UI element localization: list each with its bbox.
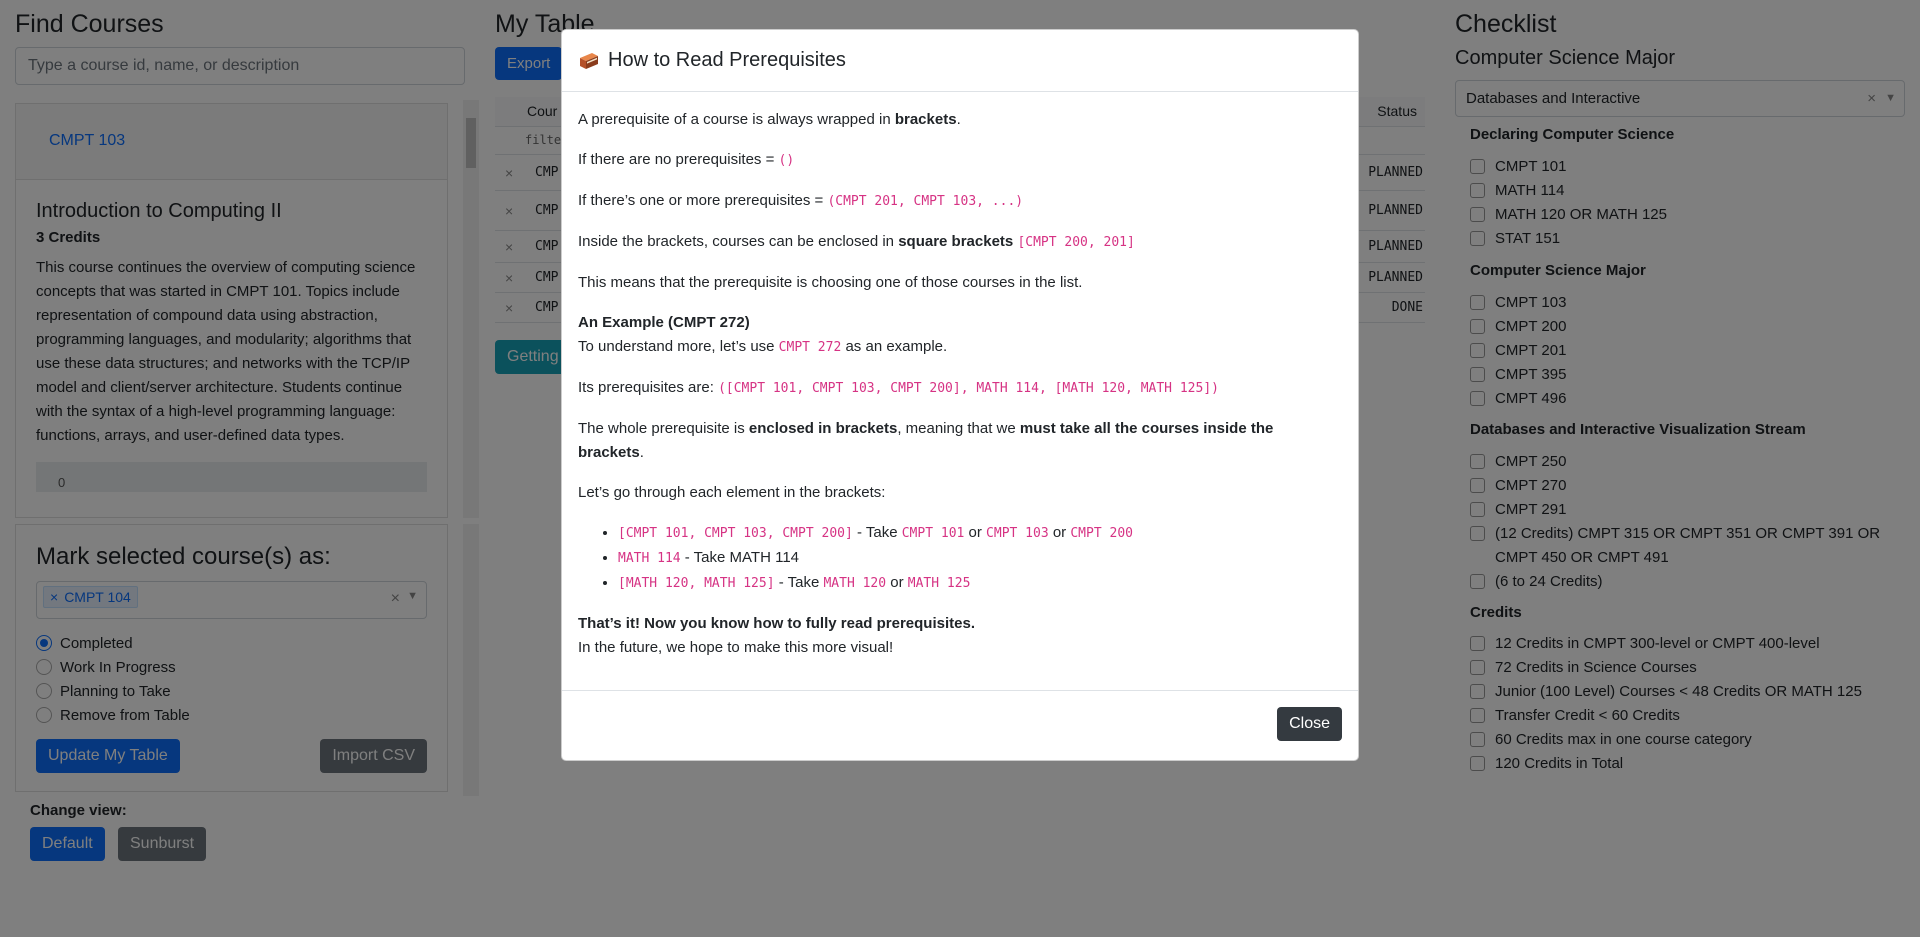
modal-header: How to Read Prerequisites — [562, 30, 1358, 92]
book-icon — [580, 52, 598, 69]
close-button[interactable]: Close — [1277, 707, 1342, 741]
prerequisite-list: [CMPT 101, CMPT 103, CMPT 200] - Take CM… — [578, 521, 1342, 596]
paragraph: The whole prerequisite is enclosed in br… — [578, 420, 1274, 461]
closing-text: In the future, we hope to make this more… — [578, 639, 894, 656]
list-item: MATH 114 - Take MATH 114 — [618, 546, 1342, 571]
paragraph: This means that the prerequisite is choo… — [578, 274, 1083, 291]
paragraph: If there’s one or more prerequisites = (… — [578, 192, 1024, 209]
paragraph: A prerequisite of a course is always wra… — [578, 111, 961, 128]
paragraph: Let’s go through each element in the bra… — [578, 484, 886, 501]
list-item: [MATH 120, MATH 125] - Take MATH 120 or … — [618, 571, 1342, 596]
list-item: [CMPT 101, CMPT 103, CMPT 200] - Take CM… — [618, 521, 1342, 546]
prerequisites-modal: How to Read Prerequisites A prerequisite… — [561, 29, 1359, 761]
modal-title: How to Read Prerequisites — [608, 49, 846, 71]
paragraph: Its prerequisites are: ([CMPT 101, CMPT … — [578, 379, 1219, 396]
modal-body: A prerequisite of a course is always wra… — [562, 92, 1358, 660]
example-heading: An Example (CMPT 272) — [578, 314, 750, 331]
modal-footer: Close — [562, 690, 1358, 760]
paragraph: If there are no prerequisites = () — [578, 151, 795, 168]
closing-bold: That’s it! Now you know how to fully rea… — [578, 615, 975, 632]
paragraph: To understand more, let’s use CMPT 272 a… — [578, 338, 948, 355]
paragraph: Inside the brackets, courses can be encl… — [578, 233, 1135, 250]
